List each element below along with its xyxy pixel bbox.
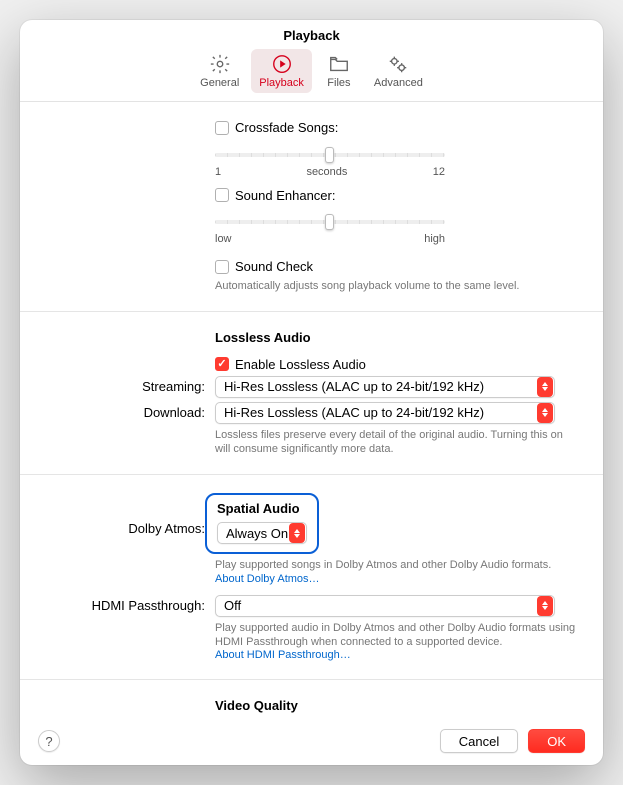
checkbox-icon bbox=[215, 260, 229, 274]
tab-general[interactable]: General bbox=[192, 49, 247, 93]
video-heading: Video Quality bbox=[215, 698, 579, 713]
crossfade-checkbox[interactable]: Crossfade Songs: bbox=[215, 120, 338, 135]
section-lossless: Lossless Audio Enable Lossless Audio Str… bbox=[20, 312, 603, 476]
dialog-footer: ? Cancel OK bbox=[20, 717, 603, 765]
checkbox-icon bbox=[215, 357, 229, 371]
play-icon bbox=[271, 53, 293, 75]
about-hdmi-link[interactable]: About HDMI Passthrough… bbox=[215, 649, 579, 661]
help-button[interactable]: ? bbox=[38, 730, 60, 752]
lossless-heading: Lossless Audio bbox=[215, 330, 579, 345]
select-arrows-icon bbox=[537, 403, 553, 423]
enable-lossless-checkbox[interactable]: Enable Lossless Audio bbox=[215, 357, 366, 372]
enhancer-low: low bbox=[215, 233, 232, 245]
soundcheck-checkbox[interactable]: Sound Check bbox=[215, 259, 313, 274]
enhancer-high: high bbox=[424, 233, 445, 245]
select-arrows-icon bbox=[537, 377, 553, 397]
about-dolby-atmos-link[interactable]: About Dolby Atmos… bbox=[215, 573, 579, 585]
checkbox-icon bbox=[215, 121, 229, 135]
crossfade-label: Crossfade Songs: bbox=[235, 120, 338, 135]
crossfade-unit: seconds bbox=[306, 166, 347, 178]
gear-icon bbox=[209, 53, 231, 75]
select-value: Always On bbox=[226, 526, 288, 541]
atmos-help: Play supported songs in Dolby Atmos and … bbox=[215, 558, 579, 572]
tab-files[interactable]: Files bbox=[316, 49, 362, 93]
section-video: Video Quality Streaming: Best (Up to 4K)… bbox=[20, 680, 603, 717]
hdmi-passthrough-label: HDMI Passthrough: bbox=[20, 595, 215, 613]
preferences-toolbar: General Playback Files Advanced bbox=[20, 47, 603, 102]
lossless-download-label: Download: bbox=[20, 402, 215, 420]
enhancer-checkbox[interactable]: Sound Enhancer: bbox=[215, 188, 335, 203]
checkbox-icon bbox=[215, 188, 229, 202]
cancel-button[interactable]: Cancel bbox=[440, 729, 518, 753]
tab-playback[interactable]: Playback bbox=[251, 49, 312, 93]
tab-label: Playback bbox=[259, 77, 304, 89]
lossless-help: Lossless files preserve every detail of … bbox=[215, 428, 579, 457]
select-value: Hi-Res Lossless (ALAC up to 24-bit/192 k… bbox=[224, 379, 536, 394]
crossfade-min: 1 bbox=[215, 166, 221, 178]
window-title: Playback bbox=[20, 20, 603, 47]
spatial-heading: Spatial Audio bbox=[217, 501, 307, 516]
crossfade-slider[interactable] bbox=[215, 146, 445, 164]
tab-label: General bbox=[200, 77, 239, 89]
tab-label: Advanced bbox=[374, 77, 423, 89]
section-spatial: Dolby Atmos: Spatial Audio Always On Pla… bbox=[20, 475, 603, 680]
dolby-atmos-select[interactable]: Always On bbox=[217, 522, 307, 544]
folder-icon bbox=[328, 53, 350, 75]
enhancer-label: Sound Enhancer: bbox=[235, 188, 335, 203]
lossless-download-select[interactable]: Hi-Res Lossless (ALAC up to 24-bit/192 k… bbox=[215, 402, 555, 424]
hdmi-help: Play supported audio in Dolby Atmos and … bbox=[215, 621, 579, 650]
section-playback-basic: Crossfade Songs: 1 seconds 12 bbox=[20, 102, 603, 312]
enable-lossless-label: Enable Lossless Audio bbox=[235, 357, 366, 372]
select-arrows-icon bbox=[289, 523, 305, 543]
soundcheck-label: Sound Check bbox=[235, 259, 313, 274]
preferences-window: Playback General Playback Files Advanced bbox=[20, 20, 603, 765]
soundcheck-help: Automatically adjusts song playback volu… bbox=[215, 279, 579, 293]
ok-button[interactable]: OK bbox=[528, 729, 585, 753]
select-arrows-icon bbox=[537, 596, 553, 616]
dolby-atmos-label: Dolby Atmos: bbox=[20, 493, 215, 536]
select-value: Off bbox=[224, 598, 536, 613]
lossless-streaming-label: Streaming: bbox=[20, 376, 215, 394]
tab-label: Files bbox=[327, 77, 350, 89]
lossless-streaming-select[interactable]: Hi-Res Lossless (ALAC up to 24-bit/192 k… bbox=[215, 376, 555, 398]
content-area: Crossfade Songs: 1 seconds 12 bbox=[20, 102, 603, 717]
hdmi-passthrough-select[interactable]: Off bbox=[215, 595, 555, 617]
crossfade-max: 12 bbox=[433, 166, 445, 178]
tab-advanced[interactable]: Advanced bbox=[366, 49, 431, 93]
gears-icon bbox=[387, 53, 409, 75]
select-value: Hi-Res Lossless (ALAC up to 24-bit/192 k… bbox=[224, 405, 536, 420]
spatial-highlight: Spatial Audio Always On bbox=[205, 493, 319, 554]
enhancer-slider[interactable] bbox=[215, 213, 445, 231]
